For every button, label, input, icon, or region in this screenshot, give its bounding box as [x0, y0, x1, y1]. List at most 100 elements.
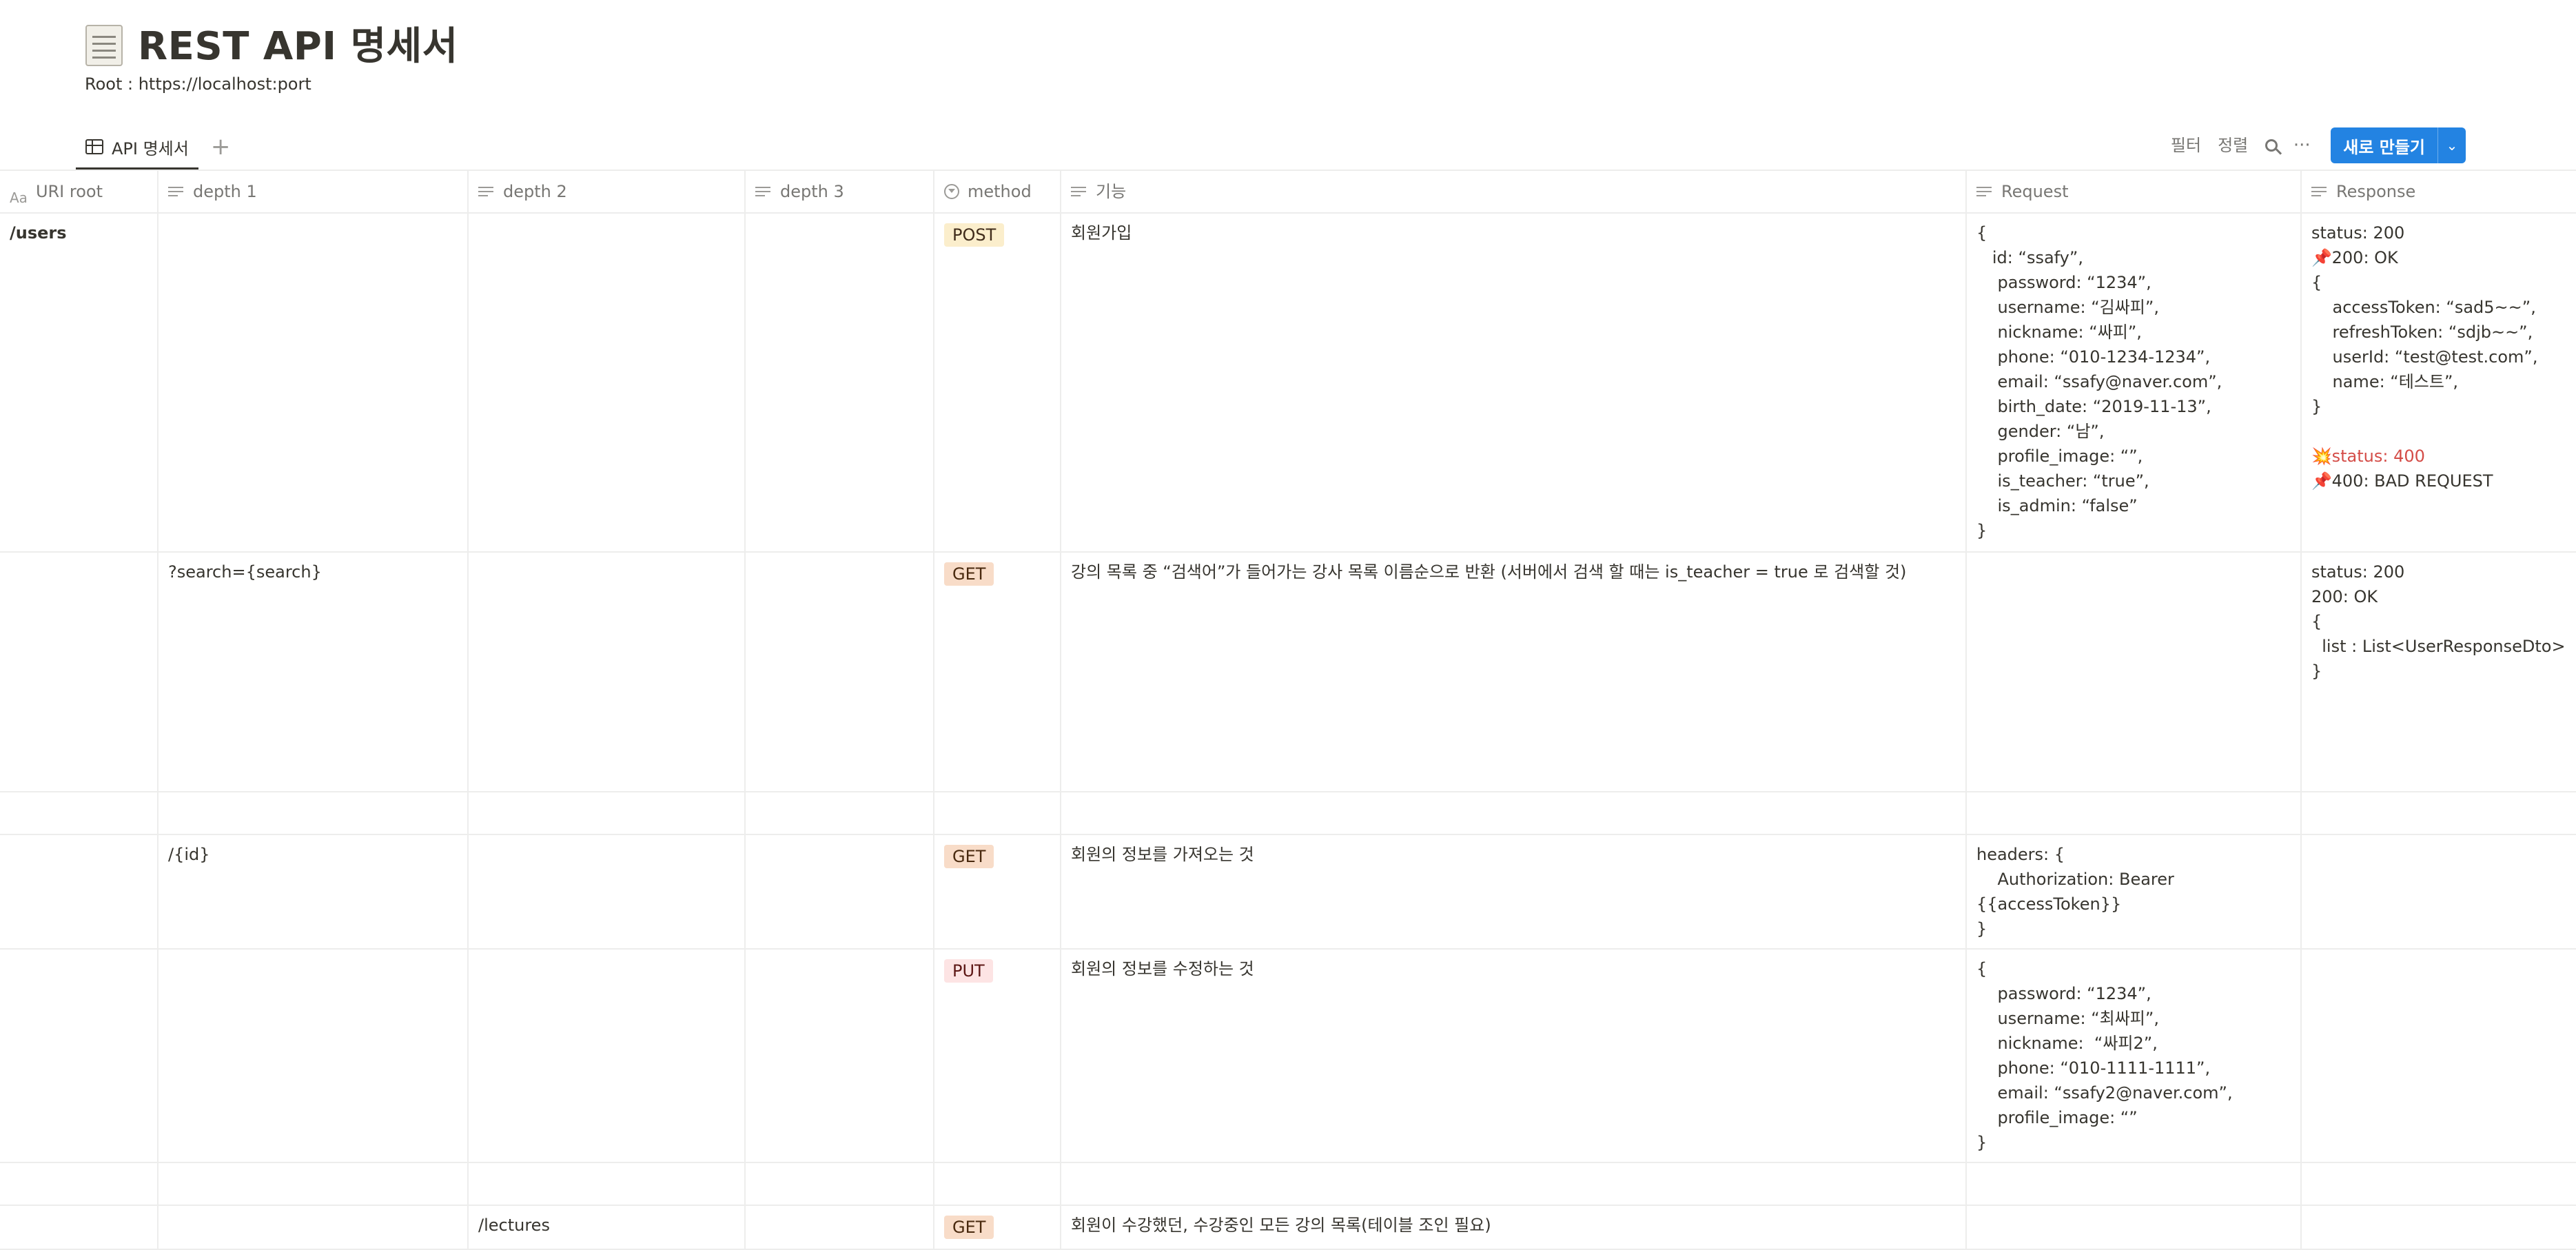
- search-icon: [2265, 139, 2278, 152]
- tab-label: API 명세서: [112, 139, 189, 158]
- cell-response[interactable]: [2302, 1163, 2576, 1205]
- cell-depth3[interactable]: [746, 835, 934, 948]
- search-button[interactable]: [2256, 127, 2287, 164]
- cell-uri[interactable]: [0, 1206, 159, 1249]
- cell-depth3[interactable]: [746, 1206, 934, 1249]
- column-label: depth 2: [503, 182, 567, 201]
- table-row: /{id} GET 회원의 정보를 가져오는 것 headers: { Auth…: [0, 835, 2576, 950]
- page-icon[interactable]: [83, 21, 123, 66]
- new-button-label[interactable]: 새로 만들기: [2331, 127, 2437, 163]
- cell-request[interactable]: { password: “1234”, username: “최싸피”, nic…: [1967, 950, 2302, 1162]
- more-options-icon[interactable]: ···: [2287, 127, 2317, 164]
- cell-uri[interactable]: [0, 792, 159, 834]
- cell-method[interactable]: GET: [934, 1206, 1061, 1249]
- column-header-method[interactable]: method: [934, 171, 1061, 212]
- table-header-row: Aa URI root depth 1 depth 2 depth 3 metho…: [0, 170, 2576, 214]
- cell-uri[interactable]: /users: [0, 214, 159, 551]
- add-view-icon[interactable]: +: [204, 124, 238, 170]
- table-row: ?search={search} GET 강의 목록 중 “검색어”가 들어가는…: [0, 553, 2576, 792]
- text-property-icon: [168, 185, 185, 198]
- cell-method[interactable]: POST: [934, 214, 1061, 551]
- cell-depth2[interactable]: [469, 1163, 746, 1205]
- cell-method[interactable]: [934, 1163, 1061, 1205]
- cell-depth1[interactable]: /{id}: [159, 835, 469, 948]
- cell-uri[interactable]: [0, 835, 159, 948]
- cell-feature[interactable]: 회원가입: [1061, 214, 1967, 551]
- cell-depth3[interactable]: [746, 950, 934, 1162]
- cell-depth1[interactable]: [159, 1163, 469, 1205]
- cell-depth3[interactable]: [746, 1163, 934, 1205]
- column-header-depth2[interactable]: depth 2: [469, 171, 746, 212]
- cell-depth1[interactable]: [159, 1206, 469, 1249]
- cell-depth3[interactable]: [746, 214, 934, 551]
- cell-response[interactable]: [2302, 835, 2576, 948]
- filter-button[interactable]: 필터: [2163, 127, 2209, 164]
- column-label: method: [968, 182, 1032, 201]
- cell-uri[interactable]: [0, 950, 159, 1162]
- cell-request[interactable]: [1967, 553, 2302, 791]
- cell-depth2[interactable]: [469, 950, 746, 1162]
- response-ok: 200: OK: [2331, 248, 2398, 267]
- sort-button[interactable]: 정렬: [2209, 127, 2256, 164]
- table-icon: [85, 139, 103, 154]
- cell-response[interactable]: [2302, 792, 2576, 834]
- column-header-depth3[interactable]: depth 3: [746, 171, 934, 212]
- root-url-text[interactable]: Root : https://localhost:port: [85, 74, 311, 94]
- cell-depth1[interactable]: [159, 214, 469, 551]
- cell-request[interactable]: [1967, 1206, 2302, 1249]
- column-header-uri[interactable]: Aa URI root: [0, 171, 159, 212]
- cell-depth2[interactable]: [469, 214, 746, 551]
- cell-method[interactable]: GET: [934, 835, 1061, 948]
- pin-icon: 📌: [2311, 471, 2332, 491]
- column-header-feature[interactable]: 기능: [1061, 171, 1967, 212]
- cell-feature[interactable]: [1061, 1163, 1967, 1205]
- title-property-icon: Aa: [10, 189, 28, 206]
- tab-api-spec[interactable]: API 명세서: [76, 124, 198, 170]
- cell-depth1[interactable]: [159, 792, 469, 834]
- cell-feature[interactable]: [1061, 792, 1967, 834]
- cell-depth2[interactable]: [469, 792, 746, 834]
- page-title[interactable]: REST API 명세서: [138, 15, 458, 71]
- column-header-depth1[interactable]: depth 1: [159, 171, 469, 212]
- text-property-icon: [478, 185, 495, 198]
- cell-depth3[interactable]: [746, 792, 934, 834]
- cell-request[interactable]: [1967, 1163, 2302, 1205]
- cell-depth3[interactable]: [746, 553, 934, 791]
- cell-response[interactable]: status: 200 200: OK { list : List<UserRe…: [2302, 553, 2576, 791]
- response-error: 400: BAD REQUEST: [2331, 471, 2493, 491]
- table-row: /users POST 회원가입 { id: “ssafy”, password…: [0, 214, 2576, 553]
- cell-request[interactable]: [1967, 792, 2302, 834]
- cell-depth2[interactable]: [469, 835, 746, 948]
- cell-uri[interactable]: [0, 553, 159, 791]
- column-header-request[interactable]: Request: [1967, 171, 2302, 212]
- cell-request[interactable]: headers: { Authorization: Bearer {{acces…: [1967, 835, 2302, 948]
- api-table: Aa URI root depth 1 depth 2 depth 3 metho…: [0, 170, 2576, 1250]
- column-label: Response: [2336, 182, 2416, 201]
- cell-feature[interactable]: 회원이 수강했던, 수강중인 모든 강의 목록(테이블 조인 필요): [1061, 1206, 1967, 1249]
- method-badge: GET: [944, 1216, 994, 1239]
- collision-icon: 💥: [2311, 447, 2332, 466]
- cell-depth1[interactable]: ?search={search}: [159, 553, 469, 791]
- method-badge: GET: [944, 845, 994, 868]
- cell-response[interactable]: [2302, 1206, 2576, 1249]
- cell-depth2[interactable]: [469, 553, 746, 791]
- cell-feature[interactable]: 회원의 정보를 가져오는 것: [1061, 835, 1967, 948]
- chevron-down-icon[interactable]: ⌄: [2437, 127, 2466, 163]
- cell-depth1[interactable]: [159, 950, 469, 1162]
- cell-request[interactable]: { id: “ssafy”, password: “1234”, usernam…: [1967, 214, 2302, 551]
- text-property-icon: [2311, 185, 2328, 198]
- cell-response[interactable]: status: 200 📌 200: OK { accessToken: “sad5…: [2302, 214, 2576, 551]
- cell-feature[interactable]: 회원의 정보를 수정하는 것: [1061, 950, 1967, 1162]
- response-body: { accessToken: “sad5~~”, refreshToken: “…: [2311, 273, 2538, 416]
- cell-method[interactable]: GET: [934, 553, 1061, 791]
- cell-method[interactable]: PUT: [934, 950, 1061, 1162]
- cell-response[interactable]: [2302, 950, 2576, 1162]
- cell-uri[interactable]: [0, 1163, 159, 1205]
- column-header-response[interactable]: Response: [2302, 171, 2576, 212]
- method-badge: PUT: [944, 959, 993, 983]
- column-label: depth 3: [780, 182, 844, 201]
- cell-method[interactable]: [934, 792, 1061, 834]
- cell-depth2[interactable]: /lectures: [469, 1206, 746, 1249]
- text-property-icon: [1071, 185, 1087, 198]
- cell-feature[interactable]: 강의 목록 중 “검색어”가 들어가는 강사 목록 이름순으로 반환 (서버에서…: [1061, 553, 1967, 791]
